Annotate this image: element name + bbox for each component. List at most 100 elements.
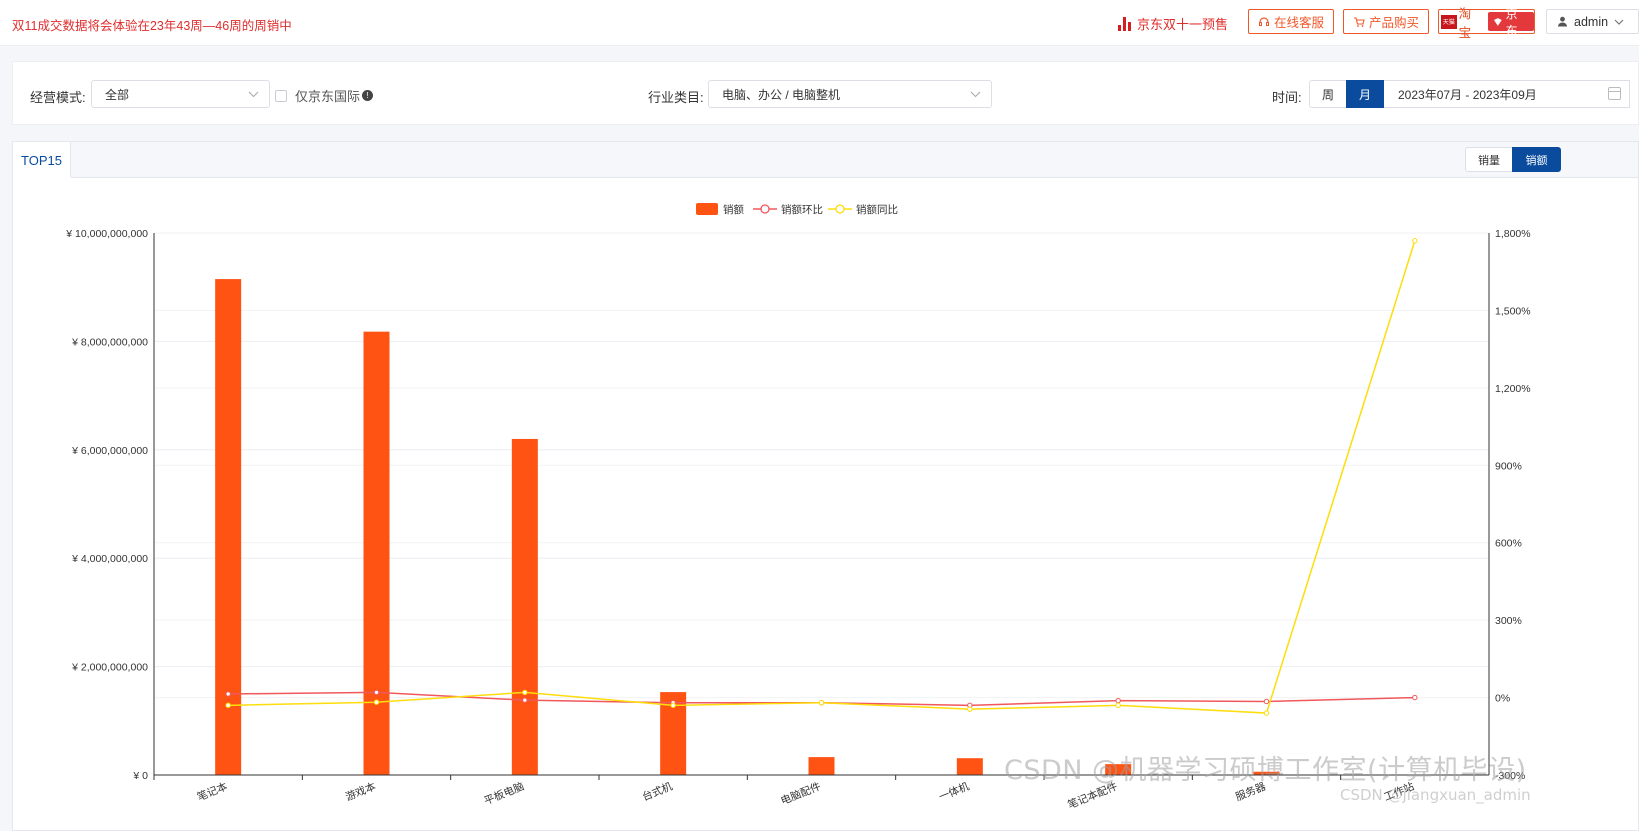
point-销额同比 — [225, 702, 231, 709]
y-left-tick-label: ¥ 8,000,000,000 — [71, 336, 148, 348]
user-icon — [1558, 16, 1567, 27]
y-axis-right: -300% 0% 300% 600% 900% 1,200% 1,500% 1,800% — [1488, 228, 1531, 782]
legend-label: 销额环比 — [781, 203, 823, 216]
bar-游戏本 — [363, 331, 390, 775]
line-销额同比 — [228, 240, 1416, 714]
point-销额环比 — [1263, 698, 1270, 705]
user-menu[interactable]: admin — [1546, 9, 1639, 34]
mode-value: 全部 — [105, 87, 130, 102]
tab-bar: TOP15 销量 销额 — [13, 142, 1638, 178]
point-销额环比 — [373, 689, 380, 696]
chevron-down-icon — [248, 91, 259, 98]
date-range-value: 2023年07月 - 2023年09月 — [1398, 87, 1537, 102]
bar-笔记本配件 — [1105, 764, 1132, 775]
mode-select[interactable]: 全部 — [91, 80, 270, 108]
y-axis-left: ¥ 0 ¥ 2,000,000,000 ¥ 4,000,000,000 ¥ 6,000… — [65, 228, 155, 782]
chart-legend: 销额 销额环比 销额同比 — [696, 203, 898, 216]
point-销额同比 — [373, 699, 380, 705]
point-销额同比 — [522, 689, 528, 696]
point-销额环比 — [1412, 694, 1418, 701]
y-right-tick-label: 300% — [1495, 615, 1522, 627]
bar-笔记本 — [215, 279, 242, 775]
jd-intl-checkbox[interactable]: 仅京东国际 ! — [275, 86, 374, 105]
jd-option[interactable]: 京东 — [1487, 7, 1534, 38]
product-buy-label: 产品购买 — [1368, 16, 1419, 30]
chevron-down-icon — [1614, 19, 1624, 25]
y-right-tick-label: 1,200% — [1495, 383, 1531, 395]
y-right-tick-label: 1,800% — [1495, 228, 1531, 240]
platform-switch[interactable]: 天猫 淘宝 京东 — [1438, 7, 1535, 40]
month-button[interactable]: 月 — [1346, 80, 1384, 108]
industry-value: 电脑、办公 / 电脑整机 — [722, 87, 841, 102]
online-service-label: 在线客服 — [1273, 16, 1324, 30]
point-销额环比 — [522, 697, 528, 703]
tmall-logo-icon: 天猫 — [1441, 14, 1457, 29]
y-left-tick-label: ¥ 10,000,000,000 — [65, 228, 148, 240]
industry-label: 行业类目: — [648, 90, 704, 105]
point-销额同比 — [1115, 702, 1121, 709]
x-tick-label: 平板电脑 — [482, 780, 526, 808]
x-tick-label: 笔记本 — [195, 780, 230, 804]
x-axis: 笔记本 游戏本 平板电脑 台式机 电脑配件 一体机 笔记本配件 服务器 工作站 — [153, 774, 1489, 811]
point-销额环比 — [1115, 697, 1121, 704]
metric-volume-button[interactable]: 销量 — [1465, 147, 1513, 172]
chevron-down-icon — [970, 91, 981, 98]
tab-top15[interactable]: TOP15 — [13, 142, 71, 178]
online-service-button[interactable]: 在线客服 — [1248, 9, 1334, 34]
y-left-tick-label: ¥ 4,000,000,000 — [71, 553, 148, 565]
presale-label: 京东双十一预售 — [1137, 17, 1229, 32]
jd-label: 京东 — [1505, 6, 1518, 38]
taobao-option[interactable]: 淘宝 — [1459, 3, 1483, 41]
x-tick-label: 游戏本 — [344, 780, 379, 804]
calendar-icon — [1608, 87, 1621, 100]
point-销额同比 — [1412, 238, 1418, 244]
y-right-tick-label: 900% — [1495, 460, 1522, 472]
legend-marker-yoy — [835, 204, 845, 214]
point-销额环比 — [225, 691, 231, 697]
bar-平板电脑 — [511, 438, 538, 775]
presale-link[interactable]: 京东双十一预售 — [1118, 14, 1228, 33]
filter-panel: 经营模式: 全部 仅京东国际 ! 行业类目: 电脑、办公 / 电脑整机 时间: … — [12, 61, 1639, 125]
user-name: admin — [1574, 14, 1609, 29]
point-销额同比 — [818, 700, 825, 706]
legend-marker-mom — [760, 204, 770, 214]
legend-label: 销额 — [723, 203, 744, 216]
y-right-tick-label: 1,500% — [1495, 305, 1531, 317]
info-icon[interactable]: ! — [362, 90, 374, 101]
sales-chart: 销额 销额环比 销额同比 ¥ 0 ¥ 2,000,000,000 ¥ 4,000,000… — [65, 203, 1531, 811]
industry-select[interactable]: 电脑、办公 / 电脑整机 — [708, 80, 992, 108]
y-right-tick-label: 0% — [1495, 693, 1510, 705]
jd-dog-icon — [1493, 17, 1502, 26]
y-left-tick-label: ¥ 2,000,000,000 — [71, 662, 148, 674]
legend-swatch-bar — [696, 203, 718, 215]
product-buy-button[interactable]: 产品购买 — [1343, 9, 1429, 34]
y-right-tick-label: -300% — [1495, 770, 1525, 782]
date-range-picker[interactable]: 2023年07月 - 2023年09月 — [1384, 80, 1630, 108]
x-tick-label: 一体机 — [937, 780, 972, 804]
x-tick-label: 服务器 — [1234, 780, 1269, 804]
y-left-tick-label: ¥ 6,000,000,000 — [71, 445, 148, 457]
x-tick-label: 台式机 — [640, 780, 675, 804]
bar-一体机 — [956, 758, 983, 775]
week-button[interactable]: 周 — [1309, 80, 1347, 108]
headset-icon — [1258, 16, 1269, 26]
chart-panel: TOP15 销量 销额 销额 销额环比 销额同比 ¥ 0 ¥ 2,000,000,00… — [12, 141, 1639, 831]
checkbox-box[interactable] — [275, 89, 287, 102]
watermark-secondary: CSDN @jiangxuan_admin — [1340, 786, 1531, 804]
top-bar: 双11成交数据将会体验在23年43周—46周的周销中 京东双十一预售 在线客服 … — [0, 0, 1639, 46]
mode-label: 经营模式: — [30, 90, 86, 105]
y-right-tick-label: 600% — [1495, 538, 1522, 550]
time-label: 时间: — [1272, 90, 1302, 105]
metric-amount-button[interactable]: 销额 — [1512, 147, 1561, 172]
jd-intl-label: 仅京东国际 — [295, 89, 361, 104]
point-销额同比 — [670, 702, 676, 709]
bar-电脑配件 — [808, 757, 835, 775]
legend-label: 销额同比 — [856, 203, 898, 216]
y-left-tick-label: ¥ 0 — [132, 770, 148, 782]
point-销额同比 — [967, 706, 973, 712]
chart-grid — [154, 232, 1489, 776]
cart-icon — [1353, 16, 1365, 27]
x-tick-label: 电脑配件 — [779, 780, 823, 808]
point-销额同比 — [1263, 710, 1270, 716]
bar-chart-icon — [1118, 16, 1131, 31]
